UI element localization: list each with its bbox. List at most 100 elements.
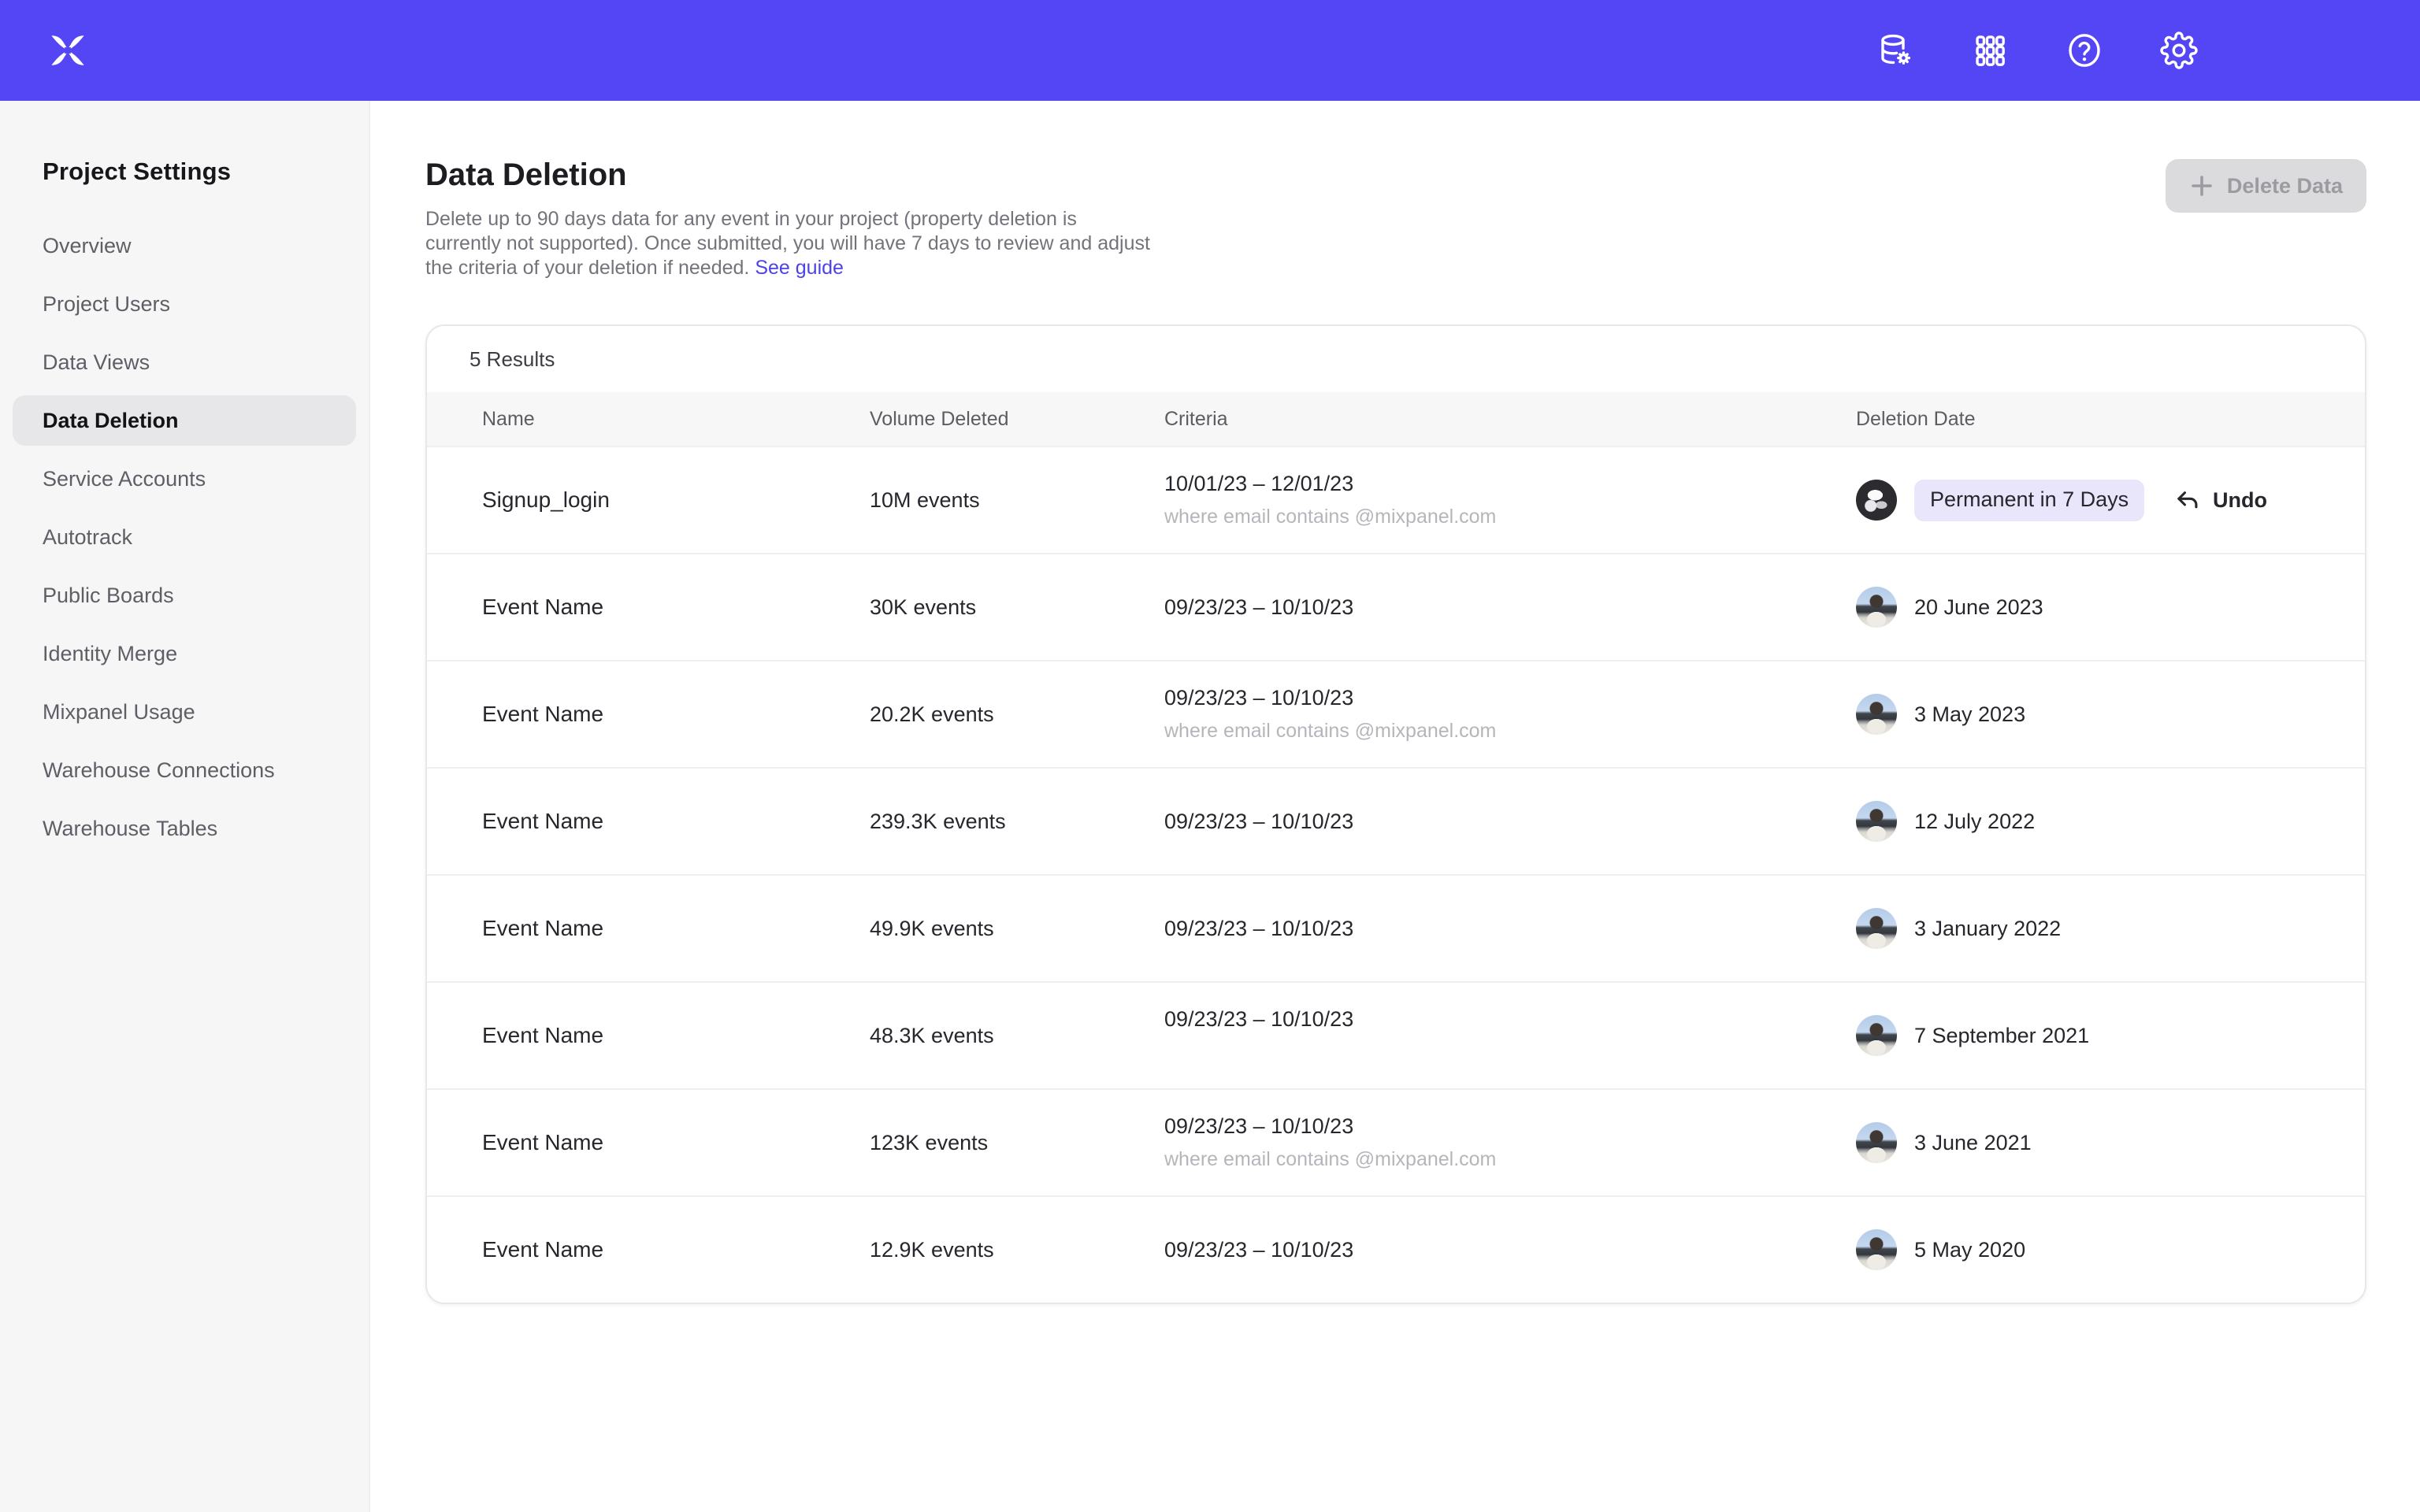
criteria-range: 09/23/23 – 10/10/23 <box>1164 1238 1856 1262</box>
table-row: Signup_login 10M events 10/01/23 – 12/01… <box>427 446 2365 553</box>
sidebar-item-label: Service Accounts <box>43 467 206 491</box>
status-badge: Permanent in 7 Days <box>1914 480 2144 521</box>
table-row: Event Name 20.2K events 09/23/23 – 10/10… <box>427 660 2365 767</box>
row-deletion-date-cell: 3 January 2022 <box>1856 908 2365 949</box>
row-name: Event Name <box>427 916 870 941</box>
data-management-icon[interactable] <box>1876 32 1914 69</box>
row-deletion-date-cell: 5 May 2020 <box>1856 1229 2365 1270</box>
row-criteria: 09/23/23 – 10/10/23 <box>1164 917 1856 941</box>
undo-button[interactable]: Undo <box>2173 487 2267 513</box>
table-row: Event Name 12.9K events 09/23/23 – 10/10… <box>427 1195 2365 1303</box>
deletion-date: 20 June 2023 <box>1914 595 2043 620</box>
row-name: Event Name <box>427 1237 870 1262</box>
sidebar-item-identity-merge[interactable]: Identity Merge <box>13 628 356 679</box>
row-deletion-date-cell: 3 May 2023 <box>1856 694 2365 735</box>
criteria-range: 09/23/23 – 10/10/23 <box>1164 1007 1856 1032</box>
avatar <box>1856 908 1897 949</box>
column-header-volume-deleted: Volume Deleted <box>870 408 1164 431</box>
sidebar-nav: Overview Project Users Data Views Data D… <box>13 220 356 854</box>
row-criteria: 09/23/23 – 10/10/23 <box>1164 595 1856 620</box>
deletion-date: 3 January 2022 <box>1914 917 2061 941</box>
sidebar-item-service-accounts[interactable]: Service Accounts <box>13 454 356 504</box>
delete-data-button[interactable]: Delete Data <box>2166 159 2366 213</box>
column-header-criteria: Criteria <box>1164 408 1856 431</box>
criteria-subtext: where email contains @mixpanel.com <box>1164 506 1856 529</box>
sidebar-title: Project Settings <box>43 158 356 186</box>
criteria-range: 09/23/23 – 10/10/23 <box>1164 686 1856 710</box>
row-volume: 20.2K events <box>870 702 1164 727</box>
avatar <box>1856 587 1897 628</box>
criteria-subtext <box>1164 1041 1856 1065</box>
sidebar-item-label: Identity Merge <box>43 642 177 666</box>
deletion-date: 12 July 2022 <box>1914 810 2035 834</box>
row-criteria: 09/23/23 – 10/10/23 where email contains… <box>1164 686 1856 743</box>
row-criteria: 09/23/23 – 10/10/23 <box>1164 1007 1856 1065</box>
page-header: Data Deletion Delete up to 90 days data … <box>425 158 2366 280</box>
sidebar-item-label: Project Users <box>43 292 170 317</box>
sidebar-item-label: Warehouse Tables <box>43 817 217 841</box>
page-header-text: Data Deletion Delete up to 90 days data … <box>425 158 1150 280</box>
row-deletion-date-cell: Permanent in 7 Days Undo <box>1856 480 2365 521</box>
see-guide-link[interactable]: See guide <box>755 257 844 279</box>
row-criteria: 09/23/23 – 10/10/23 <box>1164 1238 1856 1262</box>
deletion-date: 5 May 2020 <box>1914 1238 2025 1262</box>
column-header-name: Name <box>427 408 870 431</box>
help-icon[interactable] <box>2066 32 2103 69</box>
sidebar-item-project-users[interactable]: Project Users <box>13 279 356 329</box>
table-row: Event Name 123K events 09/23/23 – 10/10/… <box>427 1088 2365 1195</box>
sidebar-item-autotrack[interactable]: Autotrack <box>13 512 356 562</box>
sidebar-item-data-views[interactable]: Data Views <box>13 337 356 387</box>
sidebar-item-label: Warehouse Connections <box>43 758 275 783</box>
avatar <box>1856 801 1897 842</box>
row-volume: 239.3K events <box>870 810 1164 834</box>
criteria-subtext: where email contains @mixpanel.com <box>1164 1148 1856 1172</box>
criteria-range: 09/23/23 – 10/10/23 <box>1164 1114 1856 1139</box>
avatar <box>1856 480 1897 521</box>
table-row: Event Name 239.3K events 09/23/23 – 10/1… <box>427 767 2365 874</box>
table-row: Event Name 49.9K events 09/23/23 – 10/10… <box>427 874 2365 981</box>
avatar <box>1856 1015 1897 1056</box>
criteria-range: 09/23/23 – 10/10/23 <box>1164 810 1856 834</box>
sidebar-item-mixpanel-usage[interactable]: Mixpanel Usage <box>13 687 356 737</box>
avatar <box>1856 1122 1897 1163</box>
sidebar-item-public-boards[interactable]: Public Boards <box>13 570 356 621</box>
sidebar: Project Settings Overview Project Users … <box>0 101 370 1512</box>
deletion-date: 3 June 2021 <box>1914 1131 2032 1155</box>
avatar <box>1856 1229 1897 1270</box>
row-deletion-date-cell: 3 June 2021 <box>1856 1122 2365 1163</box>
top-navigation-bar <box>0 0 2420 101</box>
row-name: Event Name <box>427 1023 870 1048</box>
sidebar-item-overview[interactable]: Overview <box>13 220 356 271</box>
table-row: Event Name 30K events 09/23/23 – 10/10/2… <box>427 553 2365 660</box>
page-title: Data Deletion <box>425 158 1150 193</box>
sidebar-item-label: Data Deletion <box>43 409 179 433</box>
table-header-row: Name Volume Deleted Criteria Deletion Da… <box>427 392 2365 446</box>
mixpanel-logo[interactable] <box>43 25 93 76</box>
row-name: Event Name <box>427 595 870 620</box>
deletions-table-card: 5 Results Name Volume Deleted Criteria D… <box>425 324 2366 1304</box>
row-volume: 10M events <box>870 488 1164 513</box>
row-criteria: 09/23/23 – 10/10/23 <box>1164 810 1856 834</box>
row-name: Event Name <box>427 702 870 727</box>
main-content: Data Deletion Delete up to 90 days data … <box>370 101 2420 1512</box>
page-description: Delete up to 90 days data for any event … <box>425 207 1150 280</box>
criteria-range: 09/23/23 – 10/10/23 <box>1164 595 1856 620</box>
settings-icon[interactable] <box>2160 32 2198 69</box>
row-name: Signup_login <box>427 487 870 513</box>
criteria-range: 09/23/23 – 10/10/23 <box>1164 917 1856 941</box>
row-volume: 12.9K events <box>870 1238 1164 1262</box>
row-volume: 49.9K events <box>870 917 1164 941</box>
deletion-date: 7 September 2021 <box>1914 1024 2089 1048</box>
sidebar-item-warehouse-tables[interactable]: Warehouse Tables <box>13 803 356 854</box>
row-criteria: 09/23/23 – 10/10/23 where email contains… <box>1164 1114 1856 1172</box>
row-deletion-date-cell: 12 July 2022 <box>1856 801 2365 842</box>
undo-icon <box>2173 487 2200 513</box>
sidebar-item-label: Mixpanel Usage <box>43 700 195 724</box>
sidebar-item-label: Autotrack <box>43 525 132 550</box>
sidebar-item-label: Data Views <box>43 350 150 375</box>
apps-grid-icon[interactable] <box>1971 32 2009 69</box>
sidebar-item-data-deletion[interactable]: Data Deletion <box>13 395 356 446</box>
row-deletion-date-cell: 7 September 2021 <box>1856 1015 2365 1056</box>
sidebar-item-warehouse-connections[interactable]: Warehouse Connections <box>13 745 356 795</box>
row-volume: 30K events <box>870 595 1164 620</box>
